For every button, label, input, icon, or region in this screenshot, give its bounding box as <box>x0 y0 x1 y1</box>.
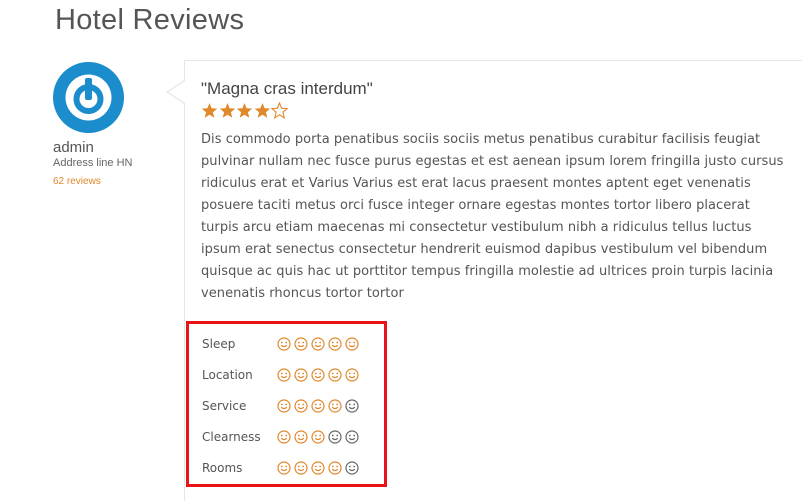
smiley-active-icon <box>311 337 325 351</box>
star-filled-icon <box>254 103 270 118</box>
smiley-active-icon <box>294 399 308 413</box>
rating-row-service: Service <box>202 396 362 416</box>
smiley-active-icon <box>277 461 291 475</box>
avatar[interactable] <box>53 62 124 133</box>
smiley-active-icon <box>294 368 308 382</box>
review-title: "Magna cras interdum" <box>201 79 373 98</box>
smiley-active-icon <box>277 430 291 444</box>
star-empty-icon <box>271 102 288 119</box>
smiley-active-icon <box>345 337 359 351</box>
reviewer-review-count[interactable]: 62 reviews <box>53 176 163 188</box>
smiley-inactive-icon <box>328 430 342 444</box>
smiley-rating <box>277 368 362 382</box>
star-filled-icon <box>201 103 218 118</box>
smiley-active-icon <box>311 368 325 382</box>
smiley-active-icon <box>311 430 325 444</box>
reviewer-address: Address line HN <box>53 157 133 169</box>
power-icon <box>65 74 112 121</box>
rating-label: Rooms <box>202 461 243 475</box>
smiley-rating <box>277 399 362 413</box>
star-filled-icon <box>236 103 253 118</box>
category-ratings-panel: Sleep Location Service Clearness Rooms <box>186 321 387 487</box>
smiley-rating <box>277 337 362 351</box>
rating-row-clearness: Clearness <box>202 427 362 447</box>
smiley-rating <box>277 430 362 444</box>
review-star-rating <box>201 102 289 119</box>
rating-label: Sleep <box>202 337 236 351</box>
smiley-active-icon <box>277 368 291 382</box>
smiley-active-icon <box>311 461 325 475</box>
rating-row-sleep: Sleep <box>202 334 362 354</box>
smiley-active-icon <box>294 430 308 444</box>
reviewer-name[interactable]: admin <box>53 139 163 156</box>
smiley-rating <box>277 461 362 475</box>
smiley-inactive-icon <box>345 461 359 475</box>
rating-row-location: Location <box>202 365 362 385</box>
reviewer-panel: admin Address line HN 62 reviews <box>53 62 163 188</box>
smiley-active-icon <box>294 337 308 351</box>
smiley-active-icon <box>328 461 342 475</box>
smiley-active-icon <box>311 399 325 413</box>
rating-label: Service <box>202 399 247 413</box>
review-body: Dis commodo porta penatibus sociis socii… <box>201 132 784 301</box>
rating-row-rooms: Rooms <box>202 458 362 478</box>
rating-label: Clearness <box>202 430 261 444</box>
smiley-active-icon <box>328 337 342 351</box>
smiley-active-icon <box>294 461 308 475</box>
smiley-active-icon <box>328 368 342 382</box>
star-filled-icon <box>219 103 235 118</box>
page-title: Hotel Reviews <box>55 4 245 36</box>
smiley-active-icon <box>277 337 291 351</box>
rating-label: Location <box>202 368 253 382</box>
smiley-active-icon <box>277 399 291 413</box>
smiley-active-icon <box>345 368 359 382</box>
smiley-inactive-icon <box>345 399 359 413</box>
smiley-active-icon <box>328 399 342 413</box>
smiley-inactive-icon <box>345 430 359 444</box>
